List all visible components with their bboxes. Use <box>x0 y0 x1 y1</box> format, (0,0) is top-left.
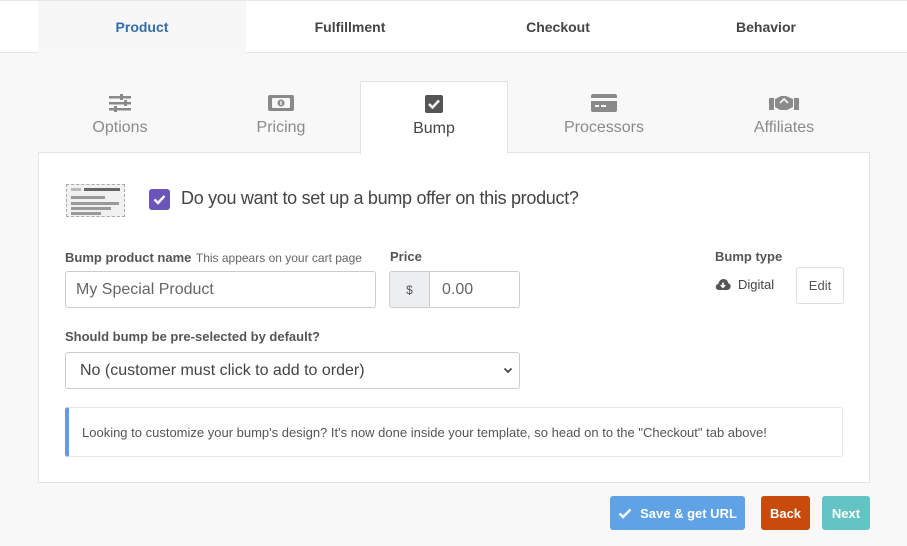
subtab-label: Processors <box>563 119 645 136</box>
tab-label: Checkout <box>526 19 590 35</box>
price-input-group: $ 0.00 <box>389 271 520 308</box>
enable-bump-checkbox[interactable] <box>149 189 170 210</box>
cloud-download-icon <box>715 279 731 290</box>
subtab-options[interactable]: Options <box>46 81 194 153</box>
tab-behavior[interactable]: Behavior <box>662 1 870 53</box>
preselect-label: Should bump be pre-selected by default? <box>65 329 320 344</box>
sub-tab-bar: Options Pricing Bump Processors Affiliat… <box>38 81 870 154</box>
subtab-bump[interactable]: Bump <box>360 81 508 154</box>
tab-label: Fulfillment <box>314 19 386 35</box>
tab-fulfillment[interactable]: Fulfillment <box>246 1 454 53</box>
bump-name-input[interactable]: My Special Product <box>65 271 376 308</box>
price-input[interactable]: 0.00 <box>430 272 519 307</box>
handshake-icon <box>769 92 799 114</box>
subtab-pricing[interactable]: Pricing <box>207 81 355 153</box>
preselect-dropdown[interactable]: No (customer must click to add to order) <box>65 352 520 389</box>
money-bill-icon <box>267 92 295 114</box>
chevron-down-icon <box>503 367 513 374</box>
check-square-icon <box>424 93 444 115</box>
currency-addon: $ <box>390 272 430 307</box>
subtab-label: Pricing <box>256 119 306 136</box>
check-icon <box>618 508 632 519</box>
back-button[interactable]: Back <box>761 496 810 530</box>
tab-label: Behavior <box>736 19 796 35</box>
input-value: My Special Product <box>76 280 214 298</box>
bump-question: Do you want to set up a bump offer on th… <box>181 188 579 208</box>
save-get-url-button[interactable]: Save & get URL <box>610 496 745 530</box>
bump-type-text: Digital <box>738 277 775 292</box>
button-label: Save & get URL <box>640 505 737 521</box>
design-notice: Looking to customize your bump's design?… <box>65 407 843 457</box>
sliders-icon <box>108 92 132 114</box>
next-button[interactable]: Next <box>822 496 870 530</box>
top-tab-bar: Product Fulfillment Checkout Behavior <box>0 0 907 53</box>
subtab-label: Bump <box>413 120 455 137</box>
edit-bump-type-button[interactable]: Edit <box>796 267 844 304</box>
tab-label: Product <box>115 19 169 35</box>
tab-checkout[interactable]: Checkout <box>454 1 662 53</box>
input-value: 0.00 <box>442 280 474 298</box>
checkmark-icon <box>153 195 166 205</box>
subtab-affiliates[interactable]: Affiliates <box>710 81 858 153</box>
bump-panel: Do you want to set up a bump offer on th… <box>38 152 870 483</box>
tab-product[interactable]: Product <box>38 1 246 53</box>
bump-name-label: Bump product name This appears on your c… <box>65 249 362 267</box>
credit-card-icon <box>591 92 617 114</box>
subtab-processors[interactable]: Processors <box>530 81 678 153</box>
bump-type-value: Digital <box>715 277 774 292</box>
bump-preview-icon <box>66 184 125 217</box>
notice-text: Looking to customize your bump's design?… <box>82 424 767 440</box>
field-hint: This appears on your cart page <box>195 251 362 265</box>
subtab-label: Affiliates <box>753 119 815 136</box>
price-label: Price <box>390 249 422 264</box>
bump-type-label: Bump type <box>715 249 783 264</box>
field-label: Bump product name <box>65 250 192 265</box>
selected-option: No (customer must click to add to order) <box>80 361 365 379</box>
subtab-label: Options <box>92 119 148 136</box>
